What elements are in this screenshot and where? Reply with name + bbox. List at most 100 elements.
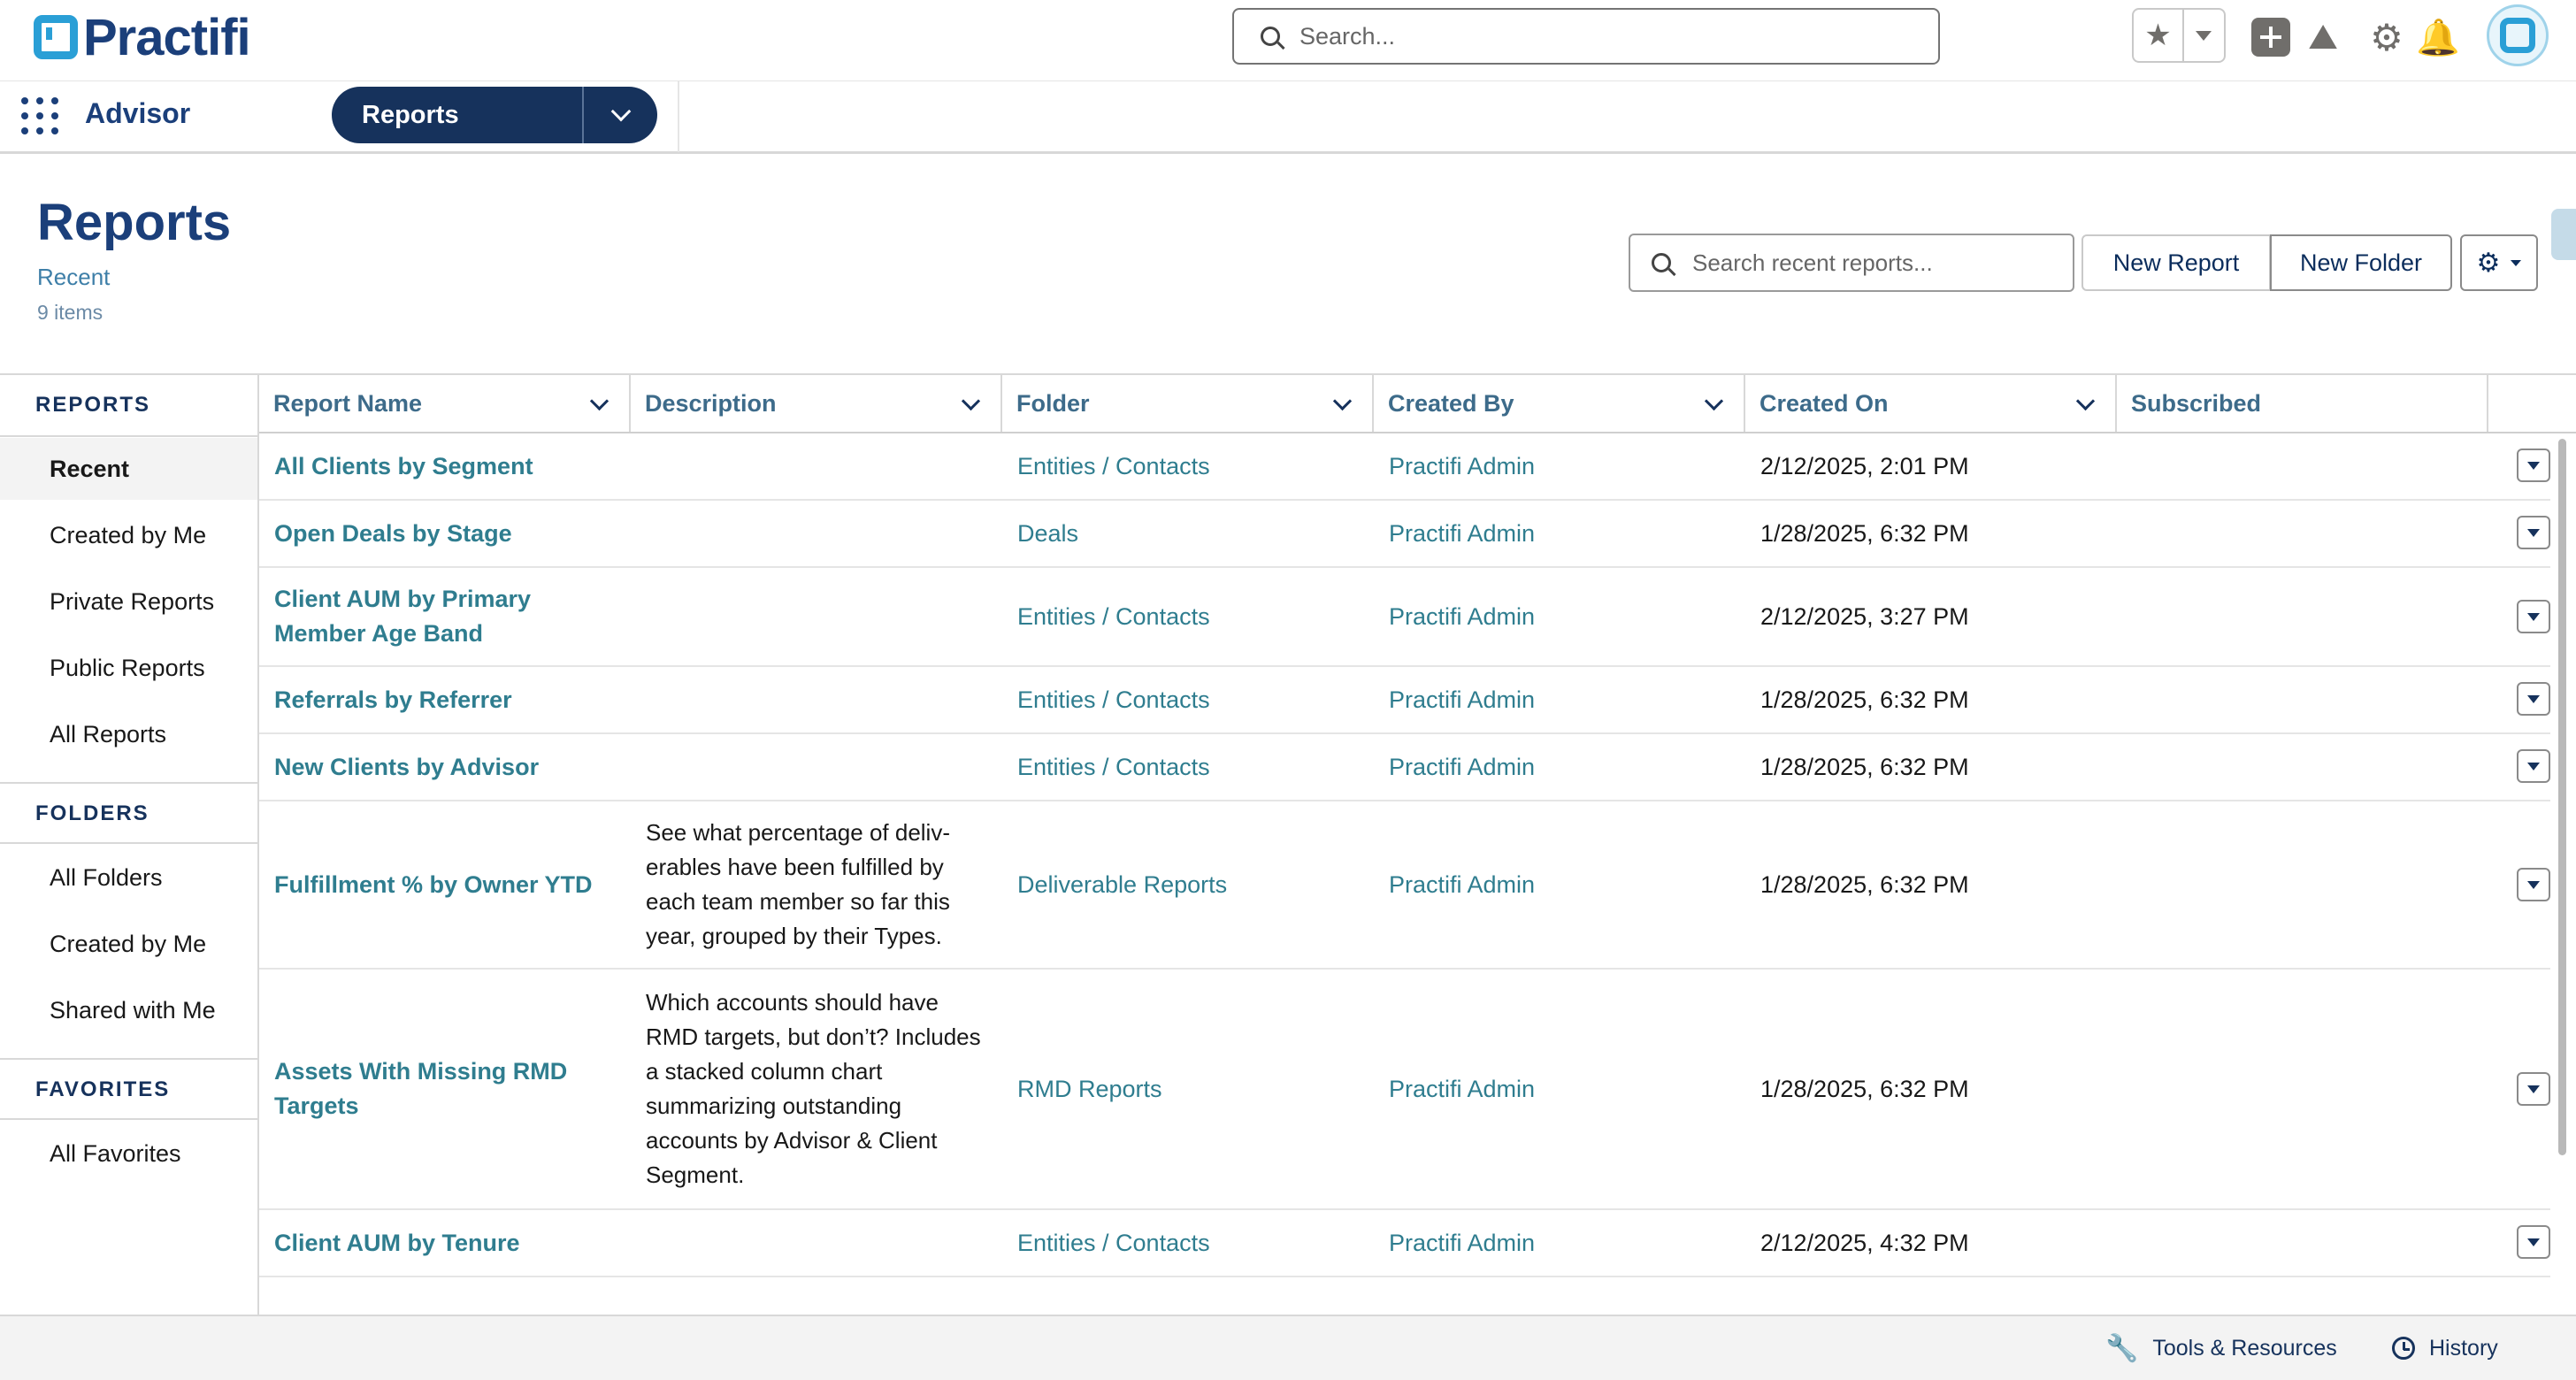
row-actions-button[interactable] <box>2517 1225 2550 1259</box>
sidebar-item-shared-with-me[interactable]: Shared with Me <box>0 979 257 1041</box>
sidebar-item-all-folders[interactable]: All Folders <box>0 847 257 908</box>
report-name-link[interactable]: All Clients by Segment <box>259 433 631 499</box>
chevron-down-icon[interactable] <box>2075 391 2096 411</box>
sidebar-item-folders-created-by-me[interactable]: Created by Me <box>0 913 257 975</box>
report-name-link[interactable]: Client AUM by Primary Member Age Band <box>259 568 551 665</box>
new-report-button[interactable]: New Report <box>2082 234 2271 291</box>
row-actions-button[interactable] <box>2517 516 2550 549</box>
sidebar-item-public-reports[interactable]: Public Reports <box>0 637 257 699</box>
report-folder-link[interactable]: Entities / Contacts <box>1002 1210 1374 1276</box>
bell-icon[interactable]: 🔔 <box>2416 18 2460 58</box>
history-button[interactable]: History <box>2392 1316 2498 1380</box>
global-search[interactable] <box>1232 8 1940 65</box>
report-created-on: 2/12/2025, 4:32 PM <box>1760 1229 1969 1256</box>
row-actions-button[interactable] <box>2517 448 2550 482</box>
report-name-link[interactable]: Fulfillment % by Owner YTD <box>259 801 631 968</box>
sidebar-item-all-reports[interactable]: All Reports <box>0 703 257 765</box>
new-folder-button[interactable]: New Folder <box>2270 234 2452 291</box>
report-folder-link[interactable]: Deliverable Reports <box>1002 801 1374 968</box>
global-search-input[interactable] <box>1300 22 1919 50</box>
sidebar-item-recent[interactable]: Recent <box>0 438 257 500</box>
report-folder-link[interactable]: Entities / Contacts <box>1002 568 1374 665</box>
plus-icon[interactable] <box>2251 18 2290 57</box>
report-creator-link[interactable]: Practifi Admin <box>1374 568 1745 665</box>
item-count: 9 items <box>37 301 104 324</box>
report-description <box>631 433 1002 499</box>
row-actions-button[interactable] <box>2517 682 2550 716</box>
gear-icon[interactable]: ⚙ <box>2367 17 2406 58</box>
divider <box>0 435 257 437</box>
report-created-on: 2/12/2025, 2:01 PM <box>1760 452 1969 479</box>
row-actions-button[interactable] <box>2517 600 2550 633</box>
recent-reports-search[interactable] <box>1629 234 2074 292</box>
report-description <box>631 667 1002 732</box>
column-header-label: Folder <box>1016 389 1090 417</box>
report-name-link[interactable]: Referrals by Referrer <box>259 667 631 732</box>
nav-tab-menu-button[interactable] <box>584 87 657 143</box>
column-header-label: Created On <box>1760 389 1889 417</box>
report-description: See what percentage of deliv- erables ha… <box>646 819 950 949</box>
nav-tab-reports-label[interactable]: Reports <box>332 87 584 143</box>
report-folder-link[interactable]: RMD Reports <box>1002 970 1374 1208</box>
clock-icon <box>2392 1337 2415 1360</box>
row-actions-button[interactable] <box>2517 749 2550 783</box>
star-icon[interactable]: ★ <box>2134 10 2184 61</box>
row-actions-button[interactable] <box>2517 868 2550 901</box>
logo-mark-icon <box>34 15 78 59</box>
column-header-label: Created By <box>1388 389 1514 417</box>
sidebar-item-private-reports[interactable]: Private Reports <box>0 571 257 632</box>
panel-toggle-tab[interactable] <box>2551 209 2576 260</box>
column-header-label: Subscribed <box>2131 389 2262 417</box>
chevron-down-icon[interactable] <box>1704 391 1724 411</box>
column-header-created-on[interactable]: Created On <box>1745 375 2117 432</box>
tools-resources-button[interactable]: 🔧 Tools & Resources <box>2105 1316 2337 1380</box>
chevron-down-icon <box>2527 1238 2540 1246</box>
report-name-link[interactable]: Client AUM by Tenure <box>259 1210 631 1276</box>
settings-menu-button[interactable]: ⚙ <box>2460 234 2538 291</box>
column-header-created-by[interactable]: Created By <box>1374 375 1745 432</box>
report-creator-link[interactable]: Practifi Admin <box>1374 667 1745 732</box>
recent-reports-search-input[interactable] <box>1692 249 2064 277</box>
table-row: New Clients by Advisor Entities / Contac… <box>259 734 2550 801</box>
report-name-link[interactable]: Open Deals by Stage <box>259 501 631 566</box>
report-description <box>631 734 1002 800</box>
page-subtitle: Recent <box>37 264 111 290</box>
report-description <box>631 568 1002 665</box>
favorites-menu-button[interactable] <box>2184 10 2224 61</box>
practifi-logo[interactable]: Practifi <box>34 9 251 66</box>
report-creator-link[interactable]: Practifi Admin <box>1374 1210 1745 1276</box>
column-header-label: Report Name <box>273 389 423 417</box>
report-creator-link[interactable]: Practifi Admin <box>1374 734 1745 800</box>
report-folder-link[interactable]: Deals <box>1002 501 1374 566</box>
search-icon <box>1652 253 1671 272</box>
chevron-down-icon[interactable] <box>1332 391 1353 411</box>
report-folder-link[interactable]: Entities / Contacts <box>1002 433 1374 499</box>
report-folder-link[interactable]: Entities / Contacts <box>1002 667 1374 732</box>
row-actions-button[interactable] <box>2517 1072 2550 1106</box>
sidebar-item-created-by-me[interactable]: Created by Me <box>0 504 257 566</box>
column-header-report-name[interactable]: Report Name <box>259 375 631 432</box>
report-folder-link[interactable]: Entities / Contacts <box>1002 734 1374 800</box>
app-launcher-icon[interactable] <box>21 97 58 134</box>
chevron-down-icon[interactable] <box>961 391 981 411</box>
report-creator-link[interactable]: Practifi Admin <box>1374 433 1745 499</box>
report-name-link[interactable]: New Clients by Advisor <box>259 734 631 800</box>
report-name-link[interactable]: Assets With Missing RMD Targets <box>259 970 613 1208</box>
avatar[interactable] <box>2487 4 2549 66</box>
report-creator-link[interactable]: Practifi Admin <box>1374 970 1745 1208</box>
trailhead-icon[interactable]: ⛰ <box>2304 18 2342 57</box>
sidebar-section-folders: FOLDERS <box>35 801 150 825</box>
wrench-icon: 🔧 <box>2105 1333 2139 1363</box>
utility-bar: 🔧 Tools & Resources History <box>0 1315 2576 1380</box>
sidebar-item-all-favorites[interactable]: All Favorites <box>0 1123 257 1184</box>
column-header-description[interactable]: Description <box>631 375 1002 432</box>
report-creator-link[interactable]: Practifi Admin <box>1374 801 1745 968</box>
chevron-down-icon <box>2527 528 2540 537</box>
report-creator-link[interactable]: Practifi Admin <box>1374 501 1745 566</box>
chevron-down-icon[interactable] <box>589 391 610 411</box>
table-scrollbar[interactable] <box>2558 439 2566 1155</box>
gear-icon: ⚙ <box>2476 248 2501 278</box>
column-header-folder[interactable]: Folder <box>1002 375 1374 432</box>
report-created-on: 1/28/2025, 6:32 PM <box>1760 870 1969 898</box>
chevron-down-icon <box>2527 880 2540 889</box>
